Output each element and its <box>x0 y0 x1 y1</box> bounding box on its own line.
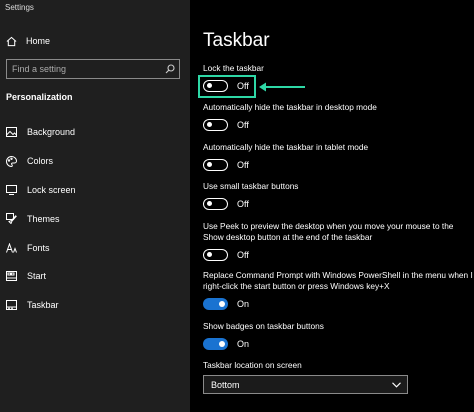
setting-label: Replace Command Prompt with Windows Powe… <box>203 270 473 291</box>
toggle-switch[interactable] <box>203 198 228 210</box>
setting-label: Taskbar location on screen <box>203 360 302 370</box>
setting-small-buttons: Use small taskbar buttons Off <box>203 181 473 210</box>
setting-powershell: Replace Command Prompt with Windows Powe… <box>203 270 473 310</box>
setting-label: Use small taskbar buttons <box>203 181 299 191</box>
arrow-left-icon <box>259 82 305 92</box>
setting-autohide-desktop: Automatically hide the taskbar in deskto… <box>203 102 473 131</box>
toggle-state: Off <box>237 250 249 260</box>
toggle-switch[interactable] <box>203 249 228 261</box>
setting-label: Automatically hide the taskbar in deskto… <box>203 102 377 112</box>
sidebar: Settings Home Personalization Background… <box>0 0 190 412</box>
sidebar-item-label: Lock screen <box>27 184 76 195</box>
main-panel: Taskbar Lock the taskbar Off Automatical… <box>190 0 474 412</box>
setting-autohide-tablet: Automatically hide the taskbar in tablet… <box>203 142 473 171</box>
sidebar-item-start[interactable]: Start <box>0 262 190 291</box>
toggle-switch[interactable] <box>203 159 228 171</box>
setting-label: Use Peek to preview the desktop when you… <box>203 221 454 242</box>
setting-label: Lock the taskbar <box>203 63 264 73</box>
setting-show-badges: Show badges on taskbar buttons On <box>203 321 473 350</box>
toggle-switch[interactable] <box>203 338 228 350</box>
start-icon <box>6 271 17 282</box>
sidebar-item-label: Background <box>27 127 76 138</box>
setting-label: Automatically hide the taskbar in tablet… <box>203 142 369 152</box>
sidebar-item-lock-screen[interactable]: Lock screen <box>0 176 190 205</box>
search-icon[interactable] <box>161 64 179 74</box>
chevron-down-icon <box>392 381 401 388</box>
toggle-state: Off <box>237 199 249 209</box>
setting-use-peek: Use Peek to preview the desktop when you… <box>203 221 473 261</box>
sidebar-item-background[interactable]: Background <box>0 118 190 147</box>
nav-home-label: Home <box>26 36 51 46</box>
toggle-state: On <box>237 299 250 309</box>
toggle-switch[interactable] <box>203 298 228 310</box>
image-icon <box>6 127 17 138</box>
settings-window: Settings Home Personalization Background… <box>0 0 474 412</box>
sidebar-item-label: Fonts <box>27 242 50 253</box>
sidebar-item-colors[interactable]: Colors <box>0 147 190 176</box>
nav-home[interactable]: Home <box>6 33 50 49</box>
brush-icon <box>6 213 17 225</box>
monitor-icon <box>6 184 17 195</box>
setting-location-label: Taskbar location on screen <box>203 360 473 371</box>
sidebar-item-label: Taskbar <box>27 300 59 311</box>
page-title: Taskbar <box>203 30 270 51</box>
sidebar-item-fonts[interactable]: Fonts <box>0 233 190 262</box>
search-box[interactable] <box>6 59 180 79</box>
home-icon <box>6 36 17 46</box>
toggle-state: Off <box>237 160 249 170</box>
highlight-box <box>198 75 256 98</box>
taskbar-location-dropdown[interactable]: Bottom <box>203 375 408 394</box>
sidebar-item-label: Themes <box>27 213 60 224</box>
font-icon <box>6 242 17 253</box>
taskbar-icon <box>6 300 17 311</box>
app-title: Settings <box>5 3 34 12</box>
sidebar-item-label: Colors <box>27 156 54 167</box>
palette-icon <box>6 155 17 167</box>
toggle-switch[interactable] <box>203 119 228 131</box>
section-label-personalization: Personalization <box>6 92 73 102</box>
search-input[interactable] <box>7 64 161 74</box>
dropdown-value: Bottom <box>211 379 240 390</box>
setting-label: Show badges on taskbar buttons <box>203 321 324 331</box>
sidebar-nav: Background Colors Lock screen Themes Fon… <box>0 118 190 320</box>
sidebar-item-taskbar[interactable]: Taskbar <box>0 291 190 320</box>
sidebar-item-themes[interactable]: Themes <box>0 204 190 233</box>
toggle-state: On <box>237 339 250 349</box>
sidebar-item-label: Start <box>27 271 47 282</box>
toggle-state: Off <box>237 120 249 130</box>
